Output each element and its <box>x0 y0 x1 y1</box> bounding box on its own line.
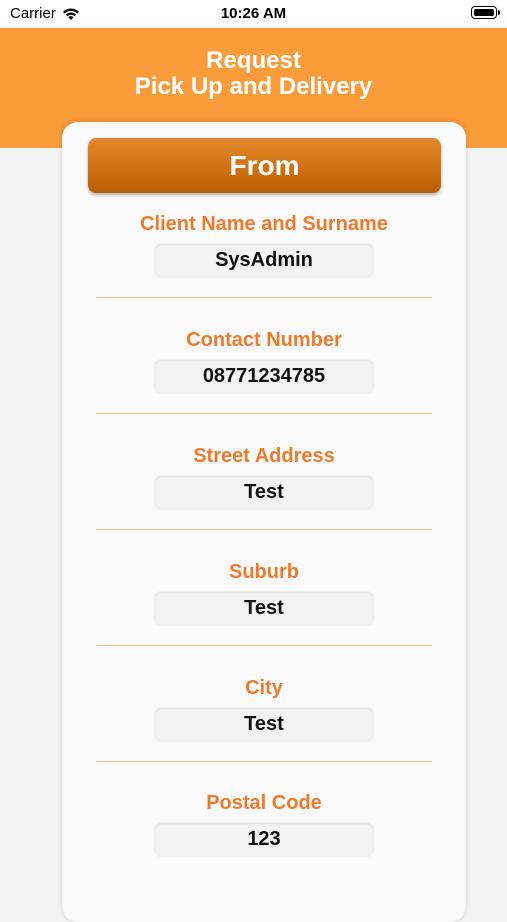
section-title-from: From <box>88 138 441 193</box>
page-title-line2: Pick Up and Delivery <box>134 73 373 100</box>
contact-number-input[interactable]: 08771234785 <box>155 360 373 393</box>
divider <box>96 645 432 646</box>
field-label: Postal Code <box>206 792 322 814</box>
divider <box>96 529 432 530</box>
city-input[interactable]: Test <box>155 708 373 741</box>
client-name-input[interactable]: SysAdmin <box>155 244 373 277</box>
suburb-input[interactable]: Test <box>155 592 373 625</box>
street-address-input[interactable]: Test <box>155 476 373 509</box>
field-label: Suburb <box>229 561 299 583</box>
field-label: Street Address <box>193 445 335 467</box>
field-label: Contact Number <box>186 329 342 351</box>
page-title: Request Pick Up and Delivery <box>0 48 507 100</box>
field-contact-number: Contact Number 08771234785 <box>62 328 466 444</box>
battery-icon <box>471 6 500 19</box>
postal-code-input[interactable]: 123 <box>155 823 373 856</box>
field-postal-code: Postal Code 123 <box>62 791 466 907</box>
divider <box>96 413 432 414</box>
field-client-name: Client Name and Surname SysAdmin <box>62 212 466 328</box>
field-label: Client Name and Surname <box>140 213 388 235</box>
field-street-address: Street Address Test <box>62 444 466 560</box>
field-city: City Test <box>62 676 466 792</box>
divider <box>96 297 432 298</box>
field-suburb: Suburb Test <box>62 560 466 676</box>
divider <box>96 761 432 762</box>
status-bar: Carrier 10:26 AM <box>0 0 507 28</box>
page-title-line1: Request <box>206 47 301 74</box>
field-label: City <box>245 677 283 699</box>
clock: 10:26 AM <box>220 5 287 22</box>
